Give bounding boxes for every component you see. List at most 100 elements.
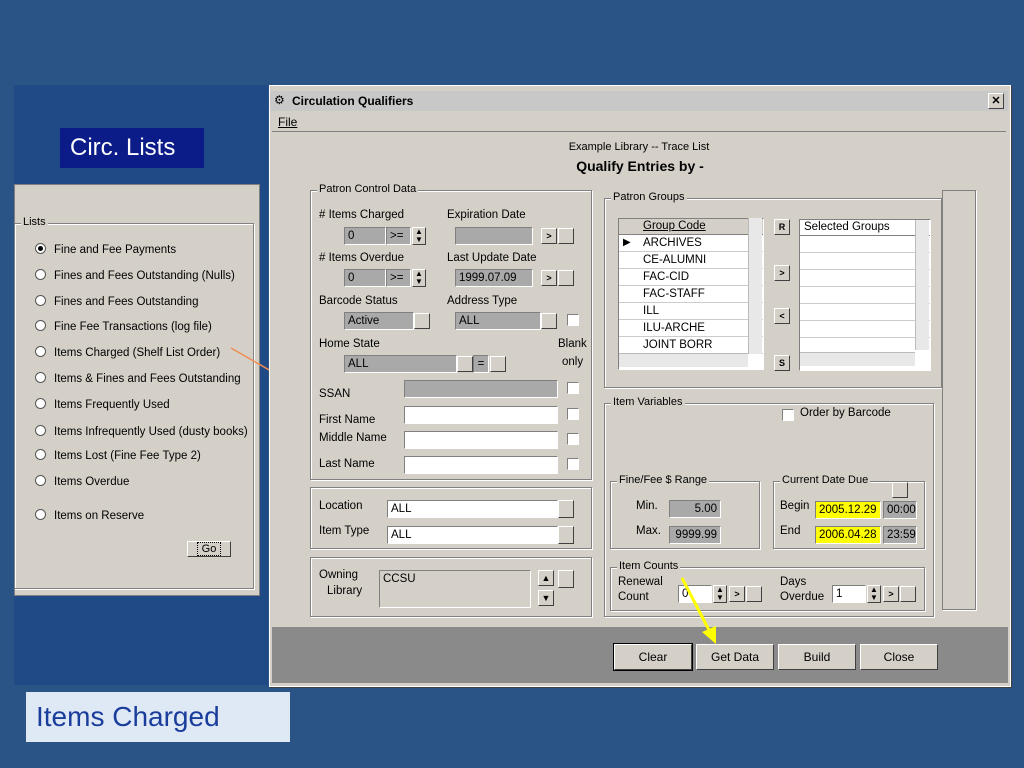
days-label: Days xyxy=(780,576,807,588)
middle-name-checkbox[interactable] xyxy=(567,433,579,445)
end-date-field[interactable]: 2006.04.28 xyxy=(815,526,881,544)
renewal-next-button[interactable]: > xyxy=(729,586,745,602)
selected-groups-list[interactable]: Selected Groups xyxy=(799,219,931,371)
list-option[interactable]: Items Frequently Used xyxy=(35,398,170,411)
selected-list-hscroll[interactable] xyxy=(800,352,915,366)
list-option[interactable]: Fines and Fees Outstanding (Nulls) xyxy=(35,269,235,282)
items-overdue-field[interactable]: 0 xyxy=(344,269,386,287)
item-type-dropdown[interactable] xyxy=(558,526,574,544)
home-state-dropdown[interactable] xyxy=(457,356,473,372)
days-overdue-field[interactable]: 1 xyxy=(832,585,866,603)
list-option[interactable]: Fines and Fees Outstanding xyxy=(35,295,198,308)
group-list-hscroll[interactable] xyxy=(619,353,748,367)
home-state-operator[interactable]: = xyxy=(473,355,489,373)
patron-group-s-button[interactable]: S xyxy=(774,355,790,371)
last-update-field[interactable]: 1999.07.09 xyxy=(455,269,533,287)
address-type-checkbox[interactable] xyxy=(567,314,579,326)
build-button[interactable]: Build xyxy=(778,644,856,670)
days-overdue-spinner[interactable]: ▲ ▼ xyxy=(867,585,881,603)
location-dropdown[interactable] xyxy=(558,500,574,518)
last-name-checkbox[interactable] xyxy=(567,458,579,470)
radio-icon[interactable] xyxy=(35,372,46,383)
radio-icon[interactable] xyxy=(35,269,46,280)
middle-name-field[interactable] xyxy=(404,431,558,449)
radio-icon[interactable] xyxy=(35,295,46,306)
get-data-button[interactable]: Get Data xyxy=(696,644,774,670)
list-option[interactable]: Items Infrequently Used (dusty books) xyxy=(35,425,248,438)
list-option[interactable]: Fine and Fee Payments xyxy=(35,243,176,256)
radio-icon[interactable] xyxy=(35,449,46,460)
list-item[interactable]: CE-ALUMNI xyxy=(619,252,763,269)
remove-group-button[interactable]: < xyxy=(774,308,790,324)
list-option[interactable]: Fine Fee Transactions (log file) xyxy=(35,320,212,333)
items-charged-spinner[interactable]: ▲ ▼ xyxy=(412,227,426,245)
date-due-button[interactable] xyxy=(892,482,908,498)
expiration-date-field[interactable] xyxy=(455,227,533,245)
home-state-op-button[interactable] xyxy=(490,356,506,372)
close-x-icon[interactable]: ✕ xyxy=(988,93,1004,109)
radio-icon[interactable] xyxy=(35,475,46,486)
scroll-up-icon[interactable]: ▲ xyxy=(538,570,554,586)
ssan-checkbox[interactable] xyxy=(567,382,579,394)
radio-icon[interactable] xyxy=(35,243,46,254)
radio-icon[interactable] xyxy=(35,509,46,520)
begin-date-field[interactable]: 2005.12.29 xyxy=(815,501,881,519)
scroll-down-icon[interactable]: ▼ xyxy=(538,590,554,606)
expiration-date-label: Expiration Date xyxy=(447,209,526,221)
first-name-checkbox[interactable] xyxy=(567,408,579,420)
list-item[interactable]: FAC-STAFF xyxy=(619,286,763,303)
barcode-status-select[interactable]: Active xyxy=(344,312,414,330)
items-charged-operator[interactable]: >= xyxy=(386,227,411,245)
list-option[interactable]: Items & Fines and Fees Outstanding xyxy=(35,372,241,385)
radio-icon[interactable] xyxy=(35,398,46,409)
item-type-select[interactable]: ALL xyxy=(387,526,558,544)
order-by-barcode-checkbox[interactable] xyxy=(782,409,794,421)
patron-group-r-button[interactable]: R xyxy=(774,219,790,235)
clear-button[interactable]: Clear xyxy=(613,643,693,671)
menu-file[interactable]: File xyxy=(278,115,297,129)
group-code-list[interactable]: Group Code ARCHIVES CE-ALUMNI FAC-CID FAC-S… xyxy=(618,218,764,370)
begin-time-field[interactable]: 00:00 xyxy=(883,501,917,519)
first-name-field[interactable] xyxy=(404,406,558,424)
radio-icon[interactable] xyxy=(35,346,46,357)
location-select[interactable]: ALL xyxy=(387,500,558,518)
selected-list-vscroll[interactable] xyxy=(915,220,929,350)
max-field[interactable]: 9999.99 xyxy=(669,526,721,544)
home-state-select[interactable]: ALL xyxy=(344,355,457,373)
address-type-dropdown[interactable] xyxy=(541,313,557,329)
list-item[interactable]: ILL xyxy=(619,303,763,320)
list-option[interactable]: Items Charged (Shelf List Order) xyxy=(35,346,220,359)
renewal-extra-button[interactable] xyxy=(746,586,762,602)
radio-icon[interactable] xyxy=(35,320,46,331)
expiration-calendar-button[interactable] xyxy=(558,228,574,244)
list-item[interactable]: JOINT BORR xyxy=(619,337,763,354)
last-update-next-button[interactable]: > xyxy=(541,270,557,286)
days-overdue-extra-button[interactable] xyxy=(900,586,916,602)
list-option[interactable]: Items Lost (Fine Fee Type 2) xyxy=(35,449,201,462)
list-option[interactable]: Items on Reserve xyxy=(35,509,144,522)
items-overdue-spinner[interactable]: ▲ ▼ xyxy=(412,269,426,287)
list-option[interactable]: Items Overdue xyxy=(35,475,129,488)
items-charged-field[interactable]: 0 xyxy=(344,227,386,245)
go-button[interactable]: Go xyxy=(187,541,231,557)
owning-library-list[interactable]: CCSU xyxy=(379,570,531,608)
add-group-button[interactable]: > xyxy=(774,265,790,281)
last-update-calendar-button[interactable] xyxy=(558,270,574,286)
items-overdue-operator[interactable]: >= xyxy=(386,269,411,287)
list-item[interactable]: ILU-ARCHE xyxy=(619,320,763,337)
expiration-next-button[interactable]: > xyxy=(541,228,557,244)
owning-library-scroll[interactable]: ▲ ▼ xyxy=(538,570,554,608)
last-name-field[interactable] xyxy=(404,456,558,474)
close-button[interactable]: Close xyxy=(860,644,938,670)
owning-library-button[interactable] xyxy=(558,570,574,588)
days-overdue-next-button[interactable]: > xyxy=(883,586,899,602)
list-item[interactable]: FAC-CID xyxy=(619,269,763,286)
group-list-vscroll[interactable] xyxy=(748,218,762,354)
ssan-field[interactable] xyxy=(404,380,558,398)
barcode-status-dropdown[interactable] xyxy=(414,313,430,329)
radio-icon[interactable] xyxy=(35,425,46,436)
address-type-select[interactable]: ALL xyxy=(455,312,541,330)
min-field[interactable]: 5.00 xyxy=(669,500,721,518)
end-time-field[interactable]: 23:59 xyxy=(883,526,917,544)
list-item[interactable]: ARCHIVES xyxy=(619,235,763,252)
